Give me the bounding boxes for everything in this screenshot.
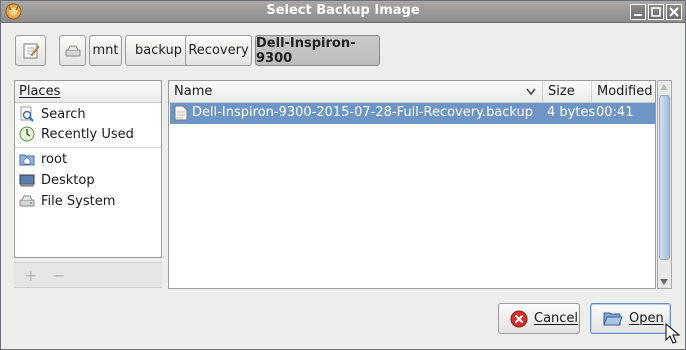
desktop-icon (19, 174, 35, 187)
maximize-icon (651, 7, 661, 17)
cancel-button[interactable]: Cancel (498, 303, 580, 334)
places-sidebar: Places Search Recently Used root Desktop… (14, 80, 162, 258)
file-size: 4 bytes (547, 105, 596, 120)
remove-place-button[interactable]: − (52, 266, 65, 285)
cancel-icon (510, 310, 528, 327)
cancel-label: Cancel (534, 311, 579, 326)
window-title: Select Backup Image (266, 3, 420, 18)
places-separator (15, 147, 161, 148)
scroll-up-arrow-icon[interactable] (660, 84, 668, 90)
place-file-system[interactable]: File System (15, 191, 161, 211)
home-folder-icon (19, 154, 35, 166)
minimize-button[interactable] (630, 4, 646, 20)
drive-icon (65, 45, 80, 56)
sort-descending-icon (526, 88, 536, 96)
places-toolbar: + − (14, 262, 162, 288)
column-name-label: Name (174, 84, 213, 99)
path-root-button[interactable] (59, 35, 86, 66)
places-header[interactable]: Places (15, 81, 161, 103)
place-label: root (41, 151, 68, 167)
close-button[interactable] (666, 4, 682, 20)
open-button[interactable]: Open (590, 303, 671, 334)
place-label: Recently Used (41, 126, 134, 142)
place-recently-used[interactable]: Recently Used (15, 124, 161, 144)
file-list-header: Name Size Modified (169, 81, 655, 103)
path-segment-backup[interactable]: backup (125, 35, 192, 66)
open-folder-icon (603, 312, 623, 325)
place-label: Desktop (41, 172, 95, 188)
drive-icon (19, 195, 35, 207)
place-desktop[interactable]: Desktop (15, 170, 161, 190)
edit-location-button[interactable] (15, 35, 46, 66)
path-segment-mnt[interactable]: mnt (89, 35, 122, 66)
file-modified: 00:41 (596, 105, 634, 120)
search-icon (20, 106, 34, 122)
file-icon (174, 105, 188, 121)
title-bar[interactable]: Select Backup Image (1, 1, 685, 23)
file-list: Name Size Modified Dell-Inspiron-9300-20… (168, 80, 656, 289)
file-name: Dell-Inspiron-9300-2015-07-28-Full-Recov… (192, 105, 534, 120)
column-name[interactable]: Name (169, 81, 543, 103)
mouse-cursor-icon (665, 323, 681, 344)
column-size-label: Size (548, 84, 575, 99)
path-segment-recovery[interactable]: Recovery (185, 35, 252, 66)
pencil-note-icon (23, 43, 39, 58)
place-label: Search (41, 106, 86, 122)
recent-icon (19, 126, 35, 142)
scrollbar-thumb[interactable] (659, 95, 670, 260)
place-search[interactable]: Search (15, 104, 161, 124)
file-row[interactable]: Dell-Inspiron-9300-2015-07-28-Full-Recov… (170, 103, 655, 124)
path-segment-current[interactable]: Dell-Inspiron-9300 (255, 35, 380, 66)
column-modified[interactable]: Modified (592, 81, 655, 103)
maximize-button[interactable] (648, 4, 664, 20)
minimize-icon (634, 14, 642, 16)
scroll-down-arrow-icon[interactable] (660, 279, 668, 285)
column-modified-label: Modified (597, 84, 653, 99)
column-size[interactable]: Size (543, 81, 592, 103)
file-list-scrollbar[interactable] (657, 80, 672, 289)
close-icon (669, 7, 679, 17)
place-label: File System (41, 193, 116, 209)
file-chooser-dialog: Select Backup Image mnt backup Recovery … (0, 0, 686, 350)
places-header-label: Places (19, 84, 61, 99)
open-label: Open (629, 311, 664, 326)
place-root[interactable]: root (15, 149, 161, 169)
add-place-button[interactable]: + (24, 266, 37, 285)
